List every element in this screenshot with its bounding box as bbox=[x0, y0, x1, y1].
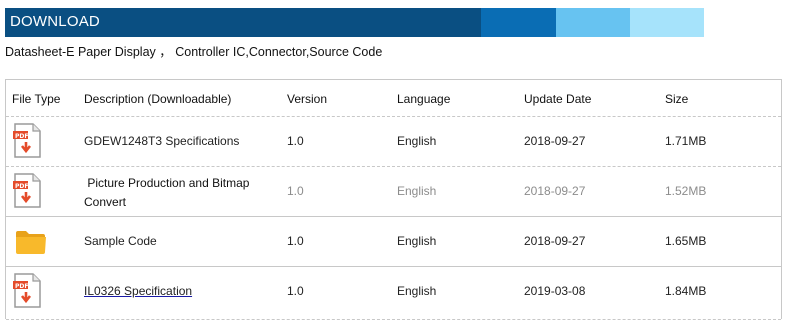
column-header-description: Description (Downloadable) bbox=[84, 92, 232, 106]
file-update-date: 2019-03-08 bbox=[524, 284, 586, 298]
header-bar-accent-1 bbox=[481, 8, 556, 37]
file-description[interactable]: Picture Production and Bitmap Convert bbox=[84, 174, 274, 212]
column-header-version: Version bbox=[287, 92, 328, 106]
table-row: PDF IL0326 Specification 1.0 English 201… bbox=[6, 267, 781, 320]
file-size: 1.71MB bbox=[665, 134, 707, 148]
file-version: 1.0 bbox=[287, 284, 304, 298]
svg-text:PDF: PDF bbox=[15, 133, 28, 140]
file-update-date: 2018-09-27 bbox=[524, 234, 586, 248]
svg-text:PDF: PDF bbox=[15, 183, 28, 190]
download-table: File Type Description (Downloadable) Ver… bbox=[5, 79, 782, 320]
column-header-file-type: File Type bbox=[12, 92, 61, 106]
table-row: Sample Code 1.0 English 2018-09-27 1.65M… bbox=[6, 217, 781, 267]
file-description[interactable]: GDEW1248T3 Specifications bbox=[84, 132, 274, 150]
download-subtitle: Datasheet-E Paper Display ， Controller I… bbox=[5, 45, 383, 59]
header-bar-primary: DOWNLOAD bbox=[5, 8, 481, 37]
pdf-icon[interactable]: PDF bbox=[12, 173, 42, 209]
pdf-icon[interactable]: PDF bbox=[12, 123, 42, 159]
table-row: PDF Picture Production and Bitmap Conver… bbox=[6, 167, 781, 217]
file-version: 1.0 bbox=[287, 134, 304, 148]
file-language: English bbox=[397, 184, 437, 198]
header-bar-accent-3 bbox=[630, 8, 704, 37]
header-bar-accent-2 bbox=[556, 8, 630, 37]
download-header-bar: DOWNLOAD bbox=[5, 8, 704, 37]
pdf-icon[interactable]: PDF bbox=[12, 273, 42, 309]
header-title: DOWNLOAD bbox=[10, 13, 100, 30]
table-row: PDF GDEW1248T3 Specifications 1.0 Englis… bbox=[6, 117, 781, 167]
table-header-row: File Type Description (Downloadable) Ver… bbox=[6, 80, 781, 117]
svg-text:PDF: PDF bbox=[15, 283, 28, 290]
file-size: 1.52MB bbox=[665, 184, 707, 198]
file-update-date: 2018-09-27 bbox=[524, 134, 586, 148]
file-language: English bbox=[397, 134, 437, 148]
file-description-link[interactable]: IL0326 Specification bbox=[84, 282, 274, 300]
file-version: 1.0 bbox=[287, 234, 304, 248]
file-language: English bbox=[397, 234, 437, 248]
column-header-size: Size bbox=[665, 92, 689, 106]
file-description[interactable]: Sample Code bbox=[84, 232, 274, 250]
folder-icon[interactable] bbox=[15, 229, 47, 255]
file-size: 1.65MB bbox=[665, 234, 707, 248]
file-language: English bbox=[397, 284, 437, 298]
file-update-date: 2018-09-27 bbox=[524, 184, 586, 198]
file-size: 1.84MB bbox=[665, 284, 707, 298]
column-header-update-date: Update Date bbox=[524, 92, 592, 106]
file-version: 1.0 bbox=[287, 184, 304, 198]
column-header-language: Language bbox=[397, 92, 451, 106]
